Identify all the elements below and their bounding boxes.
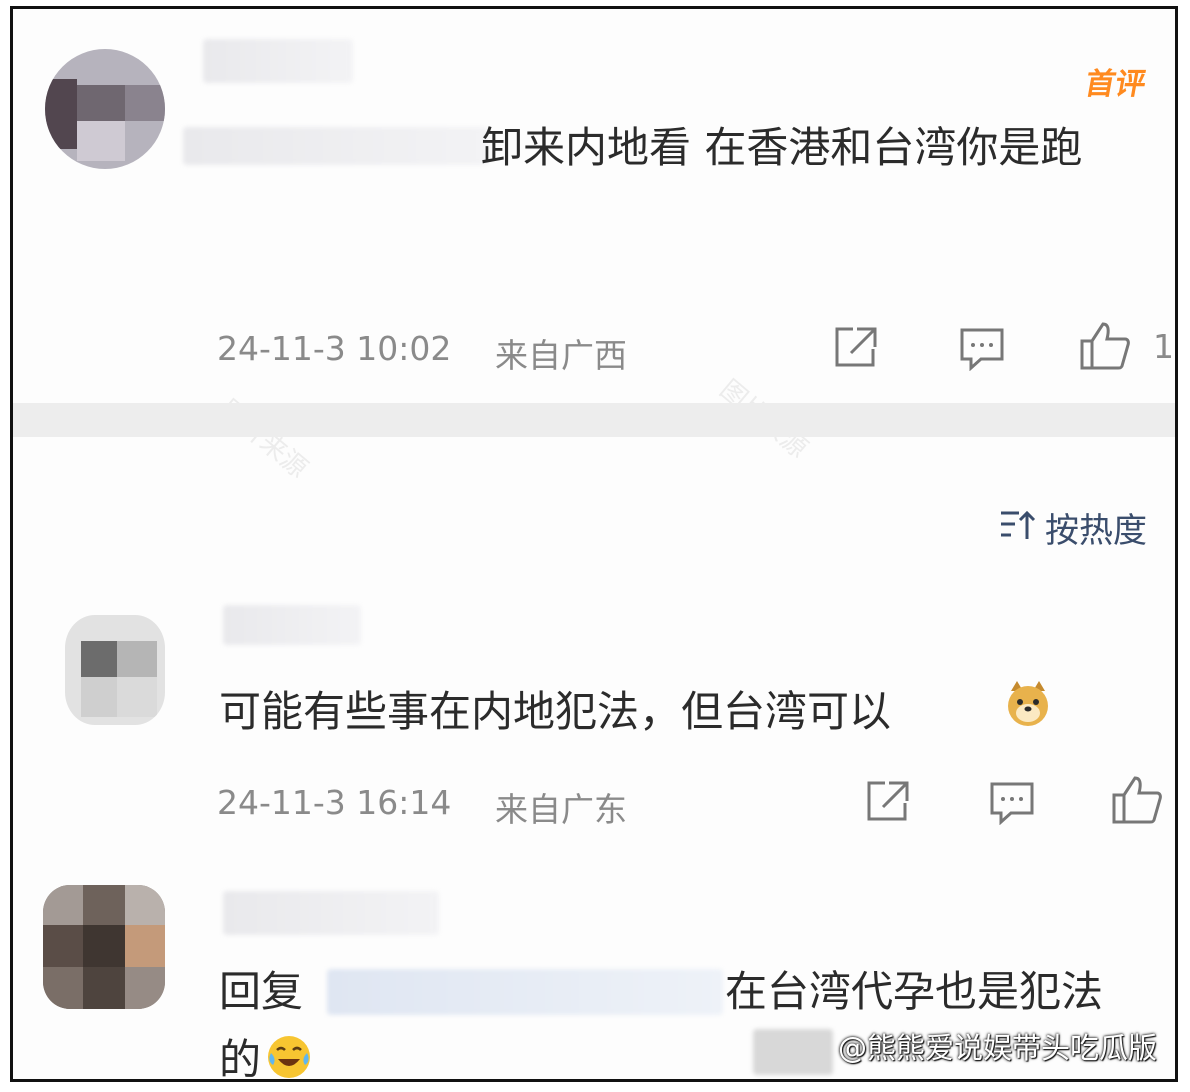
section-divider	[13, 403, 1175, 437]
username-blurred[interactable]	[203, 39, 353, 83]
like-icon[interactable]	[1079, 321, 1131, 371]
avatar[interactable]	[45, 49, 165, 169]
screenshot-frame: 图片来源 图片来源 首评 卸来内地看 在香港和台湾你是跑 24-11-3 10:…	[10, 6, 1178, 1082]
like-icon[interactable]	[1111, 775, 1163, 825]
avatar[interactable]	[43, 885, 165, 1009]
comment-location: 来自广东	[495, 790, 627, 829]
source-watermark: @熊熊爱说娱带头吃瓜版	[837, 1031, 1157, 1065]
username-blurred[interactable]	[223, 891, 439, 935]
sort-label: 按热度	[1045, 511, 1147, 551]
laugh-cry-emoji	[268, 1036, 310, 1078]
comment-text: 在台湾代孕也是犯法	[725, 967, 1104, 1016]
comment-timestamp: 24-11-3 10:02	[217, 329, 452, 368]
comment-text-continued: 的	[219, 1035, 262, 1082]
like-count: 1	[1153, 327, 1174, 366]
doge-emoji	[1008, 681, 1048, 726]
redacted-block	[753, 1029, 833, 1075]
share-icon[interactable]	[833, 325, 879, 369]
first-comment-badge: 首评	[1082, 67, 1149, 102]
share-icon[interactable]	[865, 779, 911, 823]
comment-location: 来自广西	[495, 336, 627, 375]
comment-text: 可能有些事在内地犯法，但台湾可以	[219, 687, 892, 736]
username-blurred[interactable]	[223, 605, 361, 645]
comment-text: 卸来内地看 在香港和台湾你是跑	[481, 123, 1083, 172]
text-redacted	[183, 127, 488, 165]
sort-icon	[1001, 510, 1036, 539]
comment-icon[interactable]	[959, 327, 1005, 371]
reply-target-redacted[interactable]	[327, 969, 723, 1015]
comment-timestamp: 24-11-3 16:14	[217, 783, 452, 822]
comment-icon[interactable]	[989, 781, 1035, 825]
reply-prefix: 回复	[219, 967, 304, 1016]
avatar[interactable]	[65, 615, 165, 725]
